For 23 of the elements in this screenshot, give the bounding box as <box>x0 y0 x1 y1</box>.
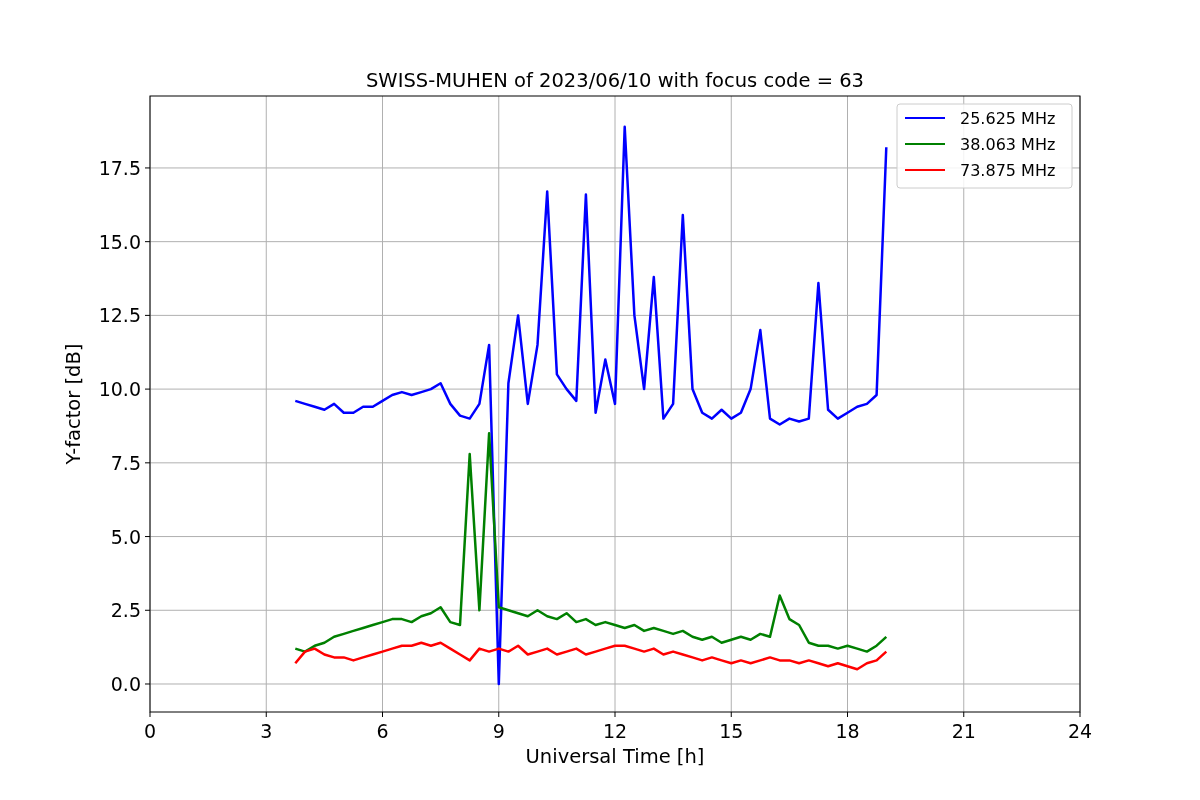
y-tick-label: 5.0 <box>110 525 141 548</box>
chart-title: SWISS-MUHEN of 2023/06/10 with focus code = 63 <box>366 69 864 92</box>
y-tick-label: 7.5 <box>110 451 141 474</box>
y-axis-label: Y-factor [dB] <box>62 343 85 465</box>
x-tick-label: 6 <box>376 720 389 742</box>
y-tick-label: 15.0 <box>98 230 141 253</box>
legend-label: 25.625 MHz <box>960 109 1056 128</box>
y-tick-label: 10.0 <box>98 378 141 401</box>
x-tick-label: 12 <box>602 720 628 742</box>
x-tick-label: 18 <box>835 720 860 742</box>
y-tick-label: 0.0 <box>110 673 141 695</box>
x-tick-label: 21 <box>951 720 976 742</box>
x-tick-label: 0 <box>143 720 157 742</box>
legend-label: 73.875 MHz <box>960 161 1056 180</box>
x-tick-label: 15 <box>719 720 744 742</box>
y-tick-label: 12.5 <box>98 304 141 327</box>
x-tick-label: 3 <box>260 720 273 742</box>
x-axis-label: Universal Time [h] <box>525 745 705 768</box>
y-tick-label: 2.5 <box>110 599 141 622</box>
x-tick-label: 9 <box>492 720 505 742</box>
x-tick-label: 24 <box>1067 720 1093 742</box>
y-tick-label: 17.5 <box>98 156 141 179</box>
legend-label: 38.063 MHz <box>960 135 1056 154</box>
